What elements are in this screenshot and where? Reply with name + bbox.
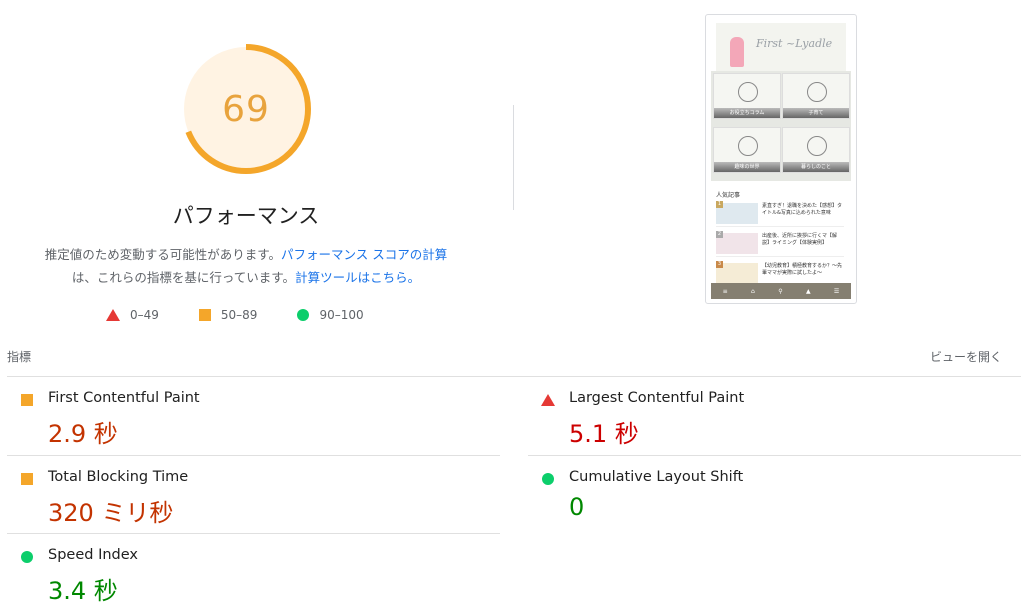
list-icon: ☰ [833, 287, 840, 295]
metric-fcp: First Contentful Paint 2.9 秒 [7, 378, 477, 456]
desc-text-1: 推定値のため変動する可能性があります。 [44, 247, 282, 262]
thumb-header: First ~Lyadle [716, 23, 846, 75]
metric-value: 3.4 秒 [48, 577, 118, 605]
thumb-footer-nav: ≡ ⌂ ⚲ ▲ ☰ [711, 283, 851, 299]
metric-name: First Contentful Paint [48, 390, 200, 406]
red-triangle-icon [106, 309, 120, 321]
metric-value: 2.9 秒 [48, 420, 118, 448]
sketch-icon [807, 136, 827, 156]
green-circle-icon [542, 473, 554, 485]
metric-value: 5.1 秒 [569, 420, 639, 448]
score-calc-link[interactable]: パフォーマンス スコアの計算 [281, 247, 447, 262]
metric-name: Total Blocking Time [48, 469, 189, 485]
page-screenshot[interactable]: First ~Lyadle お役立ちコラム 子育て 趣味の世界 暮らしのこと 人… [705, 14, 857, 304]
orange-square-icon [21, 394, 33, 406]
divider [7, 376, 1021, 377]
metric-name: Cumulative Layout Shift [569, 469, 744, 485]
menu-icon: ≡ [722, 287, 728, 295]
calculator-link[interactable]: 計算ツールはこちら。 [295, 270, 420, 285]
legend-average: 50–89 [198, 308, 258, 322]
metric-name: Largest Contentful Paint [569, 390, 745, 406]
thumb-site-title: First ~Lyadle [756, 37, 833, 50]
thumb-article: 1 素直すぎ！退職を決めた【感想】タイトル&写真に込められた意味 [716, 201, 844, 227]
sketch-icon [738, 82, 758, 102]
divider [528, 455, 1021, 456]
thumb-article: 2 出産後、近所に挨拶に行くマ【解説】ライミング【体験実例】 [716, 231, 844, 257]
orange-square-icon [198, 309, 211, 321]
thumb-tile: お役立ちコラム [713, 73, 781, 119]
search-icon: ⚲ [778, 287, 783, 295]
score-description: 推定値のため変動する可能性があります。パフォーマンス スコアの計算 は、これらの… [20, 243, 472, 289]
metric-tbt: Total Blocking Time 320 ミリ秒 [7, 457, 477, 535]
thumb-section-title: 人気記事 [716, 192, 741, 199]
desc-text-2: は、これらの指標を基に行っています。 [71, 270, 296, 285]
orange-square-icon [21, 473, 33, 485]
thumb-category-grid: お役立ちコラム 子育て 趣味の世界 暮らしのこと [711, 71, 851, 181]
score-value: 69 [222, 88, 270, 130]
category-title: パフォーマンス [172, 204, 320, 228]
metric-value: 320 ミリ秒 [48, 499, 174, 527]
home-icon: ⌂ [751, 287, 755, 295]
metric-cls: Cumulative Layout Shift 0 [528, 457, 998, 535]
up-icon: ▲ [805, 287, 811, 295]
sketch-icon [807, 82, 827, 102]
thumb-tile: 子育て [782, 73, 850, 119]
red-triangle-icon [541, 394, 555, 406]
legend-fail: 0–49 [106, 308, 159, 322]
vertical-divider [513, 105, 514, 210]
green-circle-icon [21, 551, 33, 563]
sketch-icon [738, 136, 758, 156]
score-legend: 0–49 50–89 90–100 [106, 306, 364, 324]
divider [7, 533, 500, 534]
legend-label: 0–49 [130, 308, 159, 322]
metrics-heading: 指標 [7, 350, 32, 364]
thumb-tile: 趣味の世界 [713, 127, 781, 173]
girl-illustration-icon [730, 37, 744, 67]
green-circle-icon [297, 309, 310, 321]
legend-label: 50–89 [220, 308, 258, 322]
metric-lcp: Largest Contentful Paint 5.1 秒 [528, 378, 998, 456]
expand-view-toggle[interactable]: ビューを開く [930, 348, 1002, 365]
divider [7, 455, 500, 456]
legend-pass: 90–100 [297, 308, 364, 322]
metric-value: 0 [569, 493, 585, 521]
thumb-tile: 暮らしのこと [782, 127, 850, 173]
metric-si: Speed Index 3.4 秒 [7, 535, 477, 613]
legend-label: 90–100 [319, 308, 364, 322]
metric-name: Speed Index [48, 547, 138, 563]
